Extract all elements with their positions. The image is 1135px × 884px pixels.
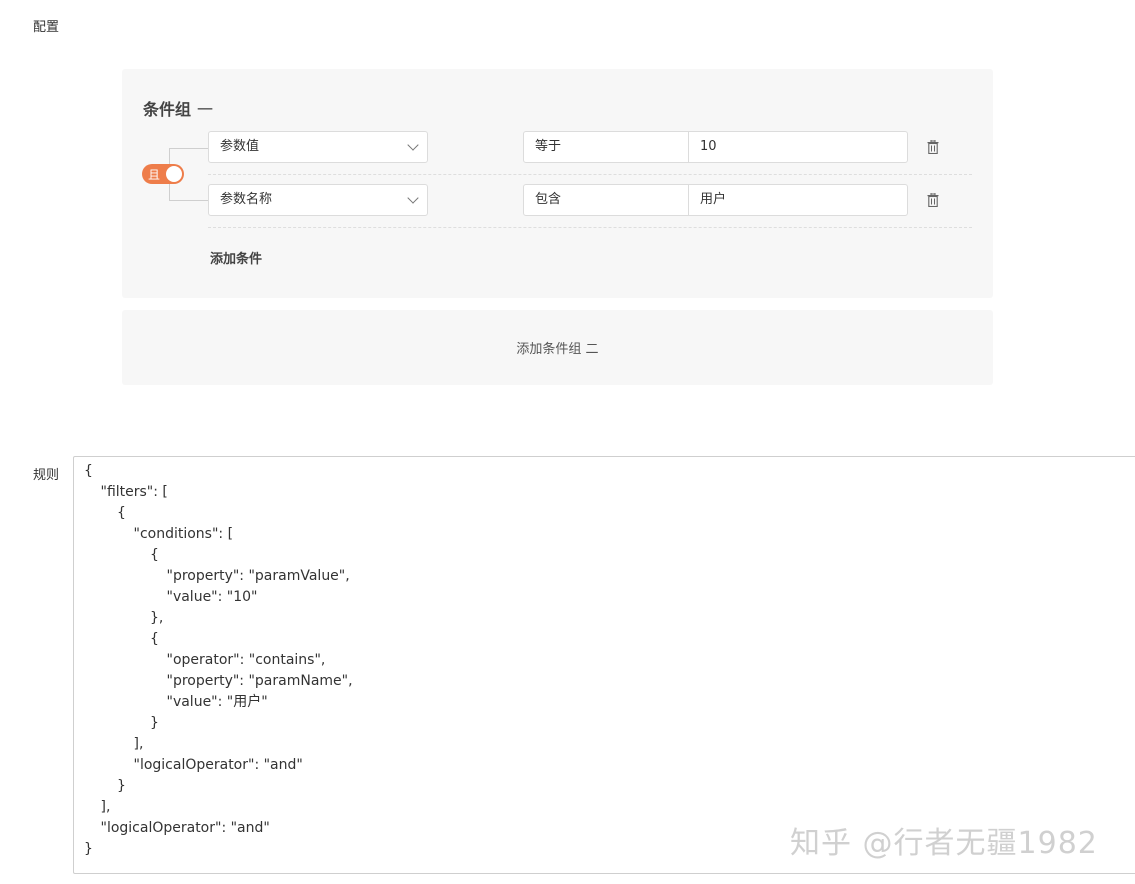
condition-row: 参数名称 包含 用户 — [122, 184, 993, 216]
code-line: } — [84, 841, 93, 857]
value-input[interactable]: 10 — [688, 131, 908, 163]
config-label: 配置 — [33, 20, 60, 35]
chevron-down-icon — [407, 192, 419, 204]
group-number: 一 — [197, 100, 214, 119]
code-line: ], — [133, 736, 144, 752]
code-line: "conditions": [ — [133, 526, 234, 542]
condition-group-panel: 条件组一 且 参数值 等于 10 参数名称 包含 用户 添加条件 — [122, 69, 993, 298]
code-line: "property": "paramName", — [166, 673, 353, 689]
row-divider — [208, 227, 972, 228]
code-line: "value": "10" — [166, 589, 258, 605]
code-line: }, — [150, 610, 164, 626]
code-line: { — [84, 463, 93, 479]
operator-value: 包含 — [535, 192, 562, 207]
code-line: ], — [100, 799, 111, 815]
chevron-down-icon — [407, 139, 419, 151]
code-line: "logicalOperator": "and" — [133, 757, 303, 773]
value-text: 用户 — [700, 192, 727, 207]
add-condition-group-button[interactable]: 添加条件组 二 — [122, 310, 993, 385]
trash-icon[interactable] — [927, 140, 939, 154]
operator-value: 等于 — [535, 139, 562, 154]
code-line: "operator": "contains", — [166, 652, 326, 668]
code-line: "value": "用户" — [166, 694, 268, 710]
code-line: "property": "paramValue", — [166, 568, 350, 584]
toggle-label: 且 — [148, 168, 161, 182]
value-text: 10 — [700, 139, 717, 154]
code-line: } — [117, 778, 126, 794]
property-select-value: 参数值 — [220, 139, 260, 154]
code-line: { — [150, 631, 159, 647]
toggle-knob — [166, 166, 182, 182]
operator-input[interactable]: 等于 — [523, 131, 690, 163]
property-select[interactable]: 参数名称 — [208, 184, 428, 216]
code-line: "filters": [ — [100, 484, 168, 500]
condition-row: 参数值 等于 10 — [122, 131, 993, 163]
row-divider — [208, 174, 972, 175]
logical-operator-toggle[interactable]: 且 — [142, 164, 184, 184]
code-line: { — [150, 547, 159, 563]
code-line: { — [117, 505, 126, 521]
group-title: 条件组一 — [143, 96, 213, 120]
watermark: 知乎 @行者无疆1982 — [790, 826, 1098, 861]
rules-label: 规则 — [33, 468, 60, 483]
rules-json-editor[interactable]: { "filters": [ { "conditions": [ { "property"… — [73, 456, 1135, 874]
trash-icon[interactable] — [927, 193, 939, 207]
code-line: } — [150, 715, 159, 731]
property-select[interactable]: 参数值 — [208, 131, 428, 163]
property-select-value: 参数名称 — [220, 192, 273, 207]
value-input[interactable]: 用户 — [688, 184, 908, 216]
operator-input[interactable]: 包含 — [523, 184, 690, 216]
add-condition-group-label: 添加条件组 二 — [516, 342, 599, 357]
add-condition-button[interactable]: 添加条件 — [210, 248, 262, 267]
code-line: "logicalOperator": "and" — [100, 820, 270, 836]
group-title-text: 条件组 — [143, 100, 192, 119]
